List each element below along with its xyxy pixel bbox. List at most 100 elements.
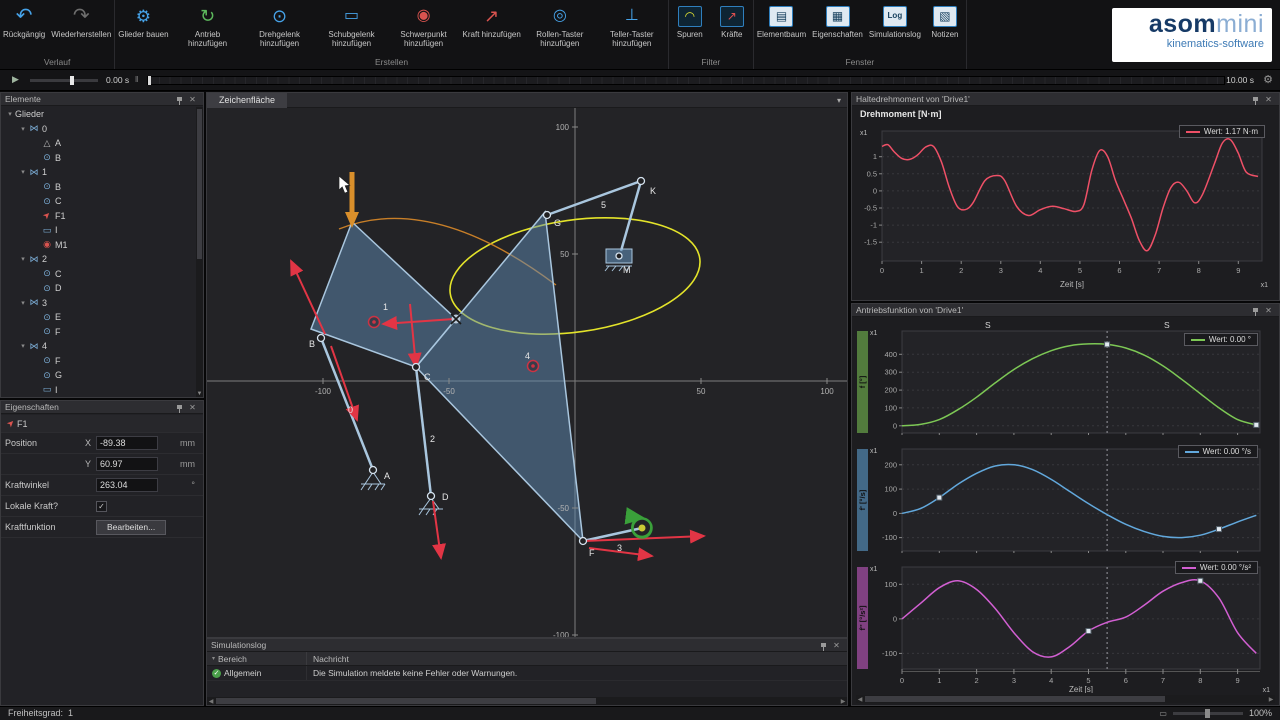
collapse-icon[interactable]: ▾	[5, 110, 15, 118]
close-icon[interactable]: ✕	[1262, 93, 1275, 106]
tree-scrollbar[interactable]: ▼	[196, 107, 203, 397]
column-bereich[interactable]: ▾ Bereich	[207, 652, 307, 665]
joint-handle[interactable]	[450, 313, 462, 325]
close-icon[interactable]: ✕	[830, 639, 843, 652]
tab-dropdown-icon[interactable]: ▾	[837, 96, 841, 105]
pin-icon[interactable]	[173, 93, 186, 106]
notizen-button[interactable]: ▧ Notizen	[924, 3, 966, 56]
tree-item-link-4[interactable]: ▾ ⋈ 4	[1, 339, 196, 354]
glieder-bauen-button[interactable]: ⚙ Glieder bauen	[115, 3, 171, 56]
play-button[interactable]: ▶	[12, 74, 19, 85]
bearbeiten-button[interactable]: Bearbeiten...	[96, 519, 167, 535]
drehgelenk-hinzufuegen-button[interactable]: ⊙ Drehgelenk hinzufügen	[244, 3, 316, 56]
speed-slider-thumb[interactable]	[70, 76, 74, 85]
drawing-panel: Zeichenfläche ▾ -100 -50 50 100 100 50 -…	[206, 92, 848, 638]
collapse-icon[interactable]: ▾	[18, 299, 28, 307]
timeline-settings-icon[interactable]: ⚙	[1263, 73, 1273, 86]
tree-item-label: E	[55, 312, 62, 323]
pin-icon[interactable]	[173, 401, 186, 414]
position-y-input[interactable]: 60.97	[96, 457, 158, 471]
scroll-left-icon[interactable]: ◀	[856, 696, 864, 703]
tree-item-0-b[interactable]: ⊙ B	[1, 151, 196, 166]
tree-item-3-e[interactable]: ⊙ E	[1, 310, 196, 325]
svg-text:9: 9	[1236, 676, 1240, 685]
tree-item-label: 3	[42, 297, 48, 308]
wiederherstellen-button[interactable]: ↷ Wiederherstellen	[48, 3, 114, 56]
tree-item-1-m1[interactable]: ◉ M1	[1, 238, 196, 253]
tree-item-link-2[interactable]: ▾ ⋈ 2	[1, 252, 196, 267]
tree-item-link-1[interactable]: ▾ ⋈ 1	[1, 165, 196, 180]
spuren-button[interactable]: ◠ Spuren	[669, 3, 711, 56]
collapse-icon[interactable]: ▾	[18, 125, 28, 133]
collapse-icon[interactable]: ▾	[18, 168, 28, 176]
joint-icon: ⊙	[43, 282, 51, 293]
close-icon[interactable]: ✕	[186, 401, 199, 414]
timeline-playhead[interactable]	[148, 76, 151, 85]
svg-text:-100: -100	[315, 387, 332, 396]
simlog-scrollbar-thumb[interactable]	[216, 698, 596, 704]
chart-scrollbar[interactable]: ◀ ▶	[856, 695, 1275, 703]
simulationslog-button[interactable]: Log Simulationslog	[866, 3, 924, 56]
tree-item-0-a[interactable]: △ A	[1, 136, 196, 151]
fit-view-icon[interactable]: ▭	[1159, 709, 1167, 718]
lokale-kraft-checkbox[interactable]: ✓	[96, 500, 107, 512]
tree-item-link-3[interactable]: ▾ ⋈ 3	[1, 296, 196, 311]
scroll-down-icon[interactable]: ▼	[196, 391, 203, 397]
speed-slider[interactable]	[30, 76, 98, 85]
zoom-slider-thumb[interactable]	[1204, 708, 1210, 718]
tree-item-4-f[interactable]: ⊙ F	[1, 354, 196, 369]
tree-item-2-c[interactable]: ⊙ C	[1, 267, 196, 282]
mechanism-drawing[interactable]: -100 -50 50 100 100 50 -50 -100 B 1 C 4 G 5 K M A D F 0 2 3	[207, 108, 847, 637]
tree-scrollbar-thumb[interactable]	[197, 109, 202, 259]
column-nachricht[interactable]: Nachricht	[307, 654, 349, 664]
svg-text:0: 0	[893, 614, 897, 623]
tree-item-label: G	[55, 370, 63, 381]
rueckgaengig-button[interactable]: ↶ Rückgängig	[0, 3, 48, 56]
joint-icon: ⊙	[43, 311, 51, 322]
eigenschaften-button[interactable]: ▦ Eigenschaften	[809, 3, 866, 56]
schubgelenk-hinzufuegen-button[interactable]: ▭ Schubgelenk hinzufügen	[316, 3, 388, 56]
kraefte-button[interactable]: ↗ Kräfte	[711, 3, 753, 56]
kraft-hinzufuegen-button[interactable]: ↗ Kraft hinzufügen	[460, 3, 524, 56]
zoom-slider[interactable]	[1172, 708, 1243, 718]
close-icon[interactable]: ✕	[186, 93, 199, 106]
collapse-icon[interactable]: ▾	[18, 342, 28, 350]
teller-taster-hinzufuegen-button[interactable]: ⊥ Teller-Taster hinzufügen	[596, 3, 668, 56]
pin-icon[interactable]	[1249, 93, 1262, 106]
tree-item-1-i[interactable]: ▭ I	[1, 223, 196, 238]
torque-chart[interactable]: x1 1 0.5 0 -0.5 -1 -1.5 0 1 2 3 4 5 6 7 8 9 Zeit [s] x1	[856, 123, 1270, 291]
tree-item-glieder[interactable]: ▾ Glieder	[1, 107, 196, 122]
tree-item-4-i[interactable]: ▭ I	[1, 383, 196, 398]
tab-zeichenflaeche[interactable]: Zeichenfläche	[207, 92, 288, 108]
collapse-icon[interactable]: ▾	[18, 255, 28, 263]
tree-item-1-b[interactable]: ⊙ B	[1, 180, 196, 195]
tree-item-4-g[interactable]: ⊙ G	[1, 368, 196, 383]
applied-force-arrow[interactable]	[345, 172, 359, 228]
elementbaum-button[interactable]: ▤ Elementbaum	[754, 3, 809, 56]
kraftwinkel-input[interactable]: 263.04	[96, 478, 158, 492]
tree-item-link-0[interactable]: ▾ ⋈ 0	[1, 122, 196, 137]
tree-item-1-c[interactable]: ⊙ C	[1, 194, 196, 209]
tree-item-1-f1[interactable]: ➤ F1	[1, 209, 196, 224]
scroll-right-icon[interactable]: ▶	[1267, 696, 1275, 703]
position-x-input[interactable]: -89.38	[96, 436, 158, 450]
tree-item-3-f[interactable]: ⊙ F	[1, 325, 196, 340]
simlog-row[interactable]: ✓ Allgemein Die Simulation meldete keine …	[207, 666, 847, 681]
timeline-track[interactable]	[147, 76, 1225, 85]
svg-text:4: 4	[1049, 676, 1053, 685]
antrieb-hinzufuegen-button[interactable]: ↻ Antrieb hinzufügen	[172, 3, 244, 56]
pin-icon[interactable]	[1249, 304, 1262, 317]
svg-text:x1: x1	[870, 330, 878, 337]
kraftwinkel-row: Kraftwinkel 263.04 °	[1, 475, 203, 496]
scroll-right-icon[interactable]: ▶	[839, 698, 847, 705]
chart-scrollbar-thumb[interactable]	[865, 696, 1165, 702]
rollen-taster-hinzufuegen-button[interactable]: ◎ Rollen-Taster hinzufügen	[524, 3, 596, 56]
close-icon[interactable]: ✕	[1262, 304, 1275, 317]
drawing-canvas[interactable]: -100 -50 50 100 100 50 -50 -100 B 1 C 4 G 5 K M A D F 0 2 3	[207, 108, 847, 637]
scroll-left-icon[interactable]: ◀	[207, 698, 215, 705]
tree-item-2-d[interactable]: ⊙ D	[1, 281, 196, 296]
pin-icon[interactable]	[817, 639, 830, 652]
rotary-drive[interactable]	[624, 507, 653, 539]
simlog-scrollbar[interactable]: ◀ ▶	[207, 697, 847, 705]
schwerpunkt-hinzufuegen-button[interactable]: ◉ Schwerpunkt hinzufügen	[388, 3, 460, 56]
